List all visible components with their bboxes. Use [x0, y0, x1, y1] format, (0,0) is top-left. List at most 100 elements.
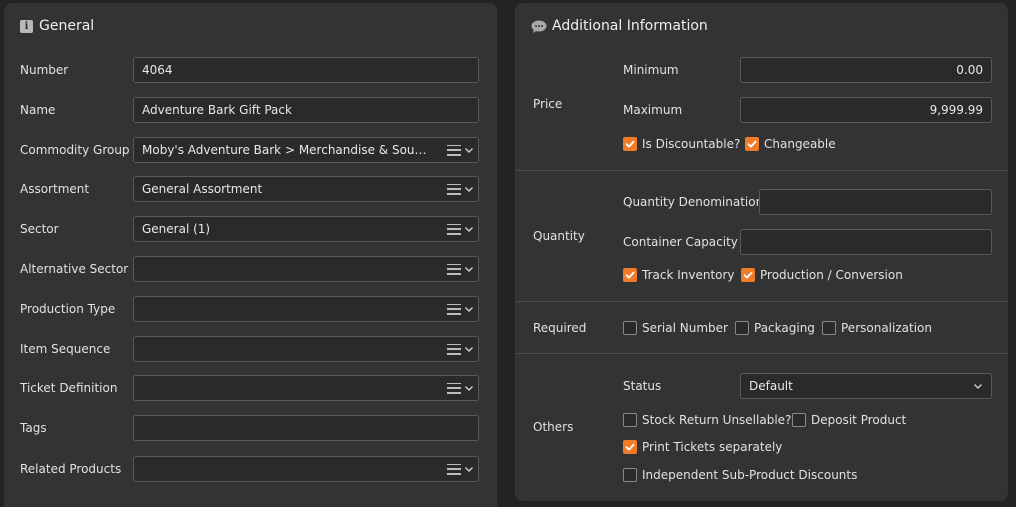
minimum-label: Minimum [623, 63, 679, 77]
number-label: Number [20, 63, 69, 77]
chevron-down-icon[interactable] [464, 184, 474, 194]
additional-panel: Additional Information Price Minimum 0.0… [515, 3, 1008, 501]
check-icon [747, 140, 757, 148]
checkbox-checked-icon[interactable] [745, 137, 759, 151]
stock-return-label: Stock Return Unsellable? [642, 413, 792, 427]
chevron-down-icon[interactable] [464, 344, 474, 354]
sector-label: Sector [20, 222, 59, 236]
commodity-group-select[interactable]: Moby's Adventure Bark > Merchandise & So… [133, 137, 479, 163]
alternative-sector-select[interactable] [133, 256, 479, 282]
is-discountable-checkbox[interactable]: Is Discountable? [623, 137, 740, 151]
number-input[interactable]: 4064 [133, 57, 479, 83]
assortment-label: Assortment [20, 182, 90, 196]
check-icon [625, 443, 635, 451]
chevron-down-icon[interactable] [464, 145, 474, 155]
stock-return-unsellable-checkbox[interactable]: Stock Return Unsellable? [623, 413, 791, 427]
checkbox-unchecked-icon[interactable] [822, 321, 836, 335]
personalization-label: Personalization [841, 321, 932, 335]
checkbox-checked-icon[interactable] [623, 137, 637, 151]
tags-input[interactable] [133, 415, 479, 441]
list-icon[interactable] [447, 303, 461, 315]
status-select[interactable]: Default [740, 373, 992, 399]
changeable-checkbox[interactable]: Changeable [745, 137, 836, 151]
divider [515, 353, 1008, 354]
is-discountable-label: Is Discountable? [642, 137, 741, 151]
field-row-name: Name Adventure Bark Gift Pack [20, 97, 479, 123]
info-icon: i [20, 19, 33, 33]
select-controls [447, 376, 474, 400]
sector-value: General (1) [142, 222, 211, 236]
status-label: Status [623, 379, 662, 393]
deposit-product-label: Deposit Product [811, 413, 907, 427]
quantity-section-label: Quantity [533, 229, 585, 243]
list-icon[interactable] [447, 144, 461, 156]
price-section-label: Price [533, 97, 563, 111]
maximum-price-input[interactable]: 9,999.99 [740, 97, 992, 123]
track-inventory-checkbox[interactable]: Track Inventory [623, 268, 735, 282]
production-type-label: Production Type [20, 302, 116, 316]
tags-label: Tags [20, 421, 47, 435]
chevron-down-icon[interactable] [464, 304, 474, 314]
checkbox-unchecked-icon[interactable] [623, 468, 637, 482]
production-type-select[interactable] [133, 296, 479, 322]
checkbox-unchecked-icon[interactable] [735, 321, 749, 335]
general-header: i General [20, 17, 94, 35]
list-icon[interactable] [447, 183, 461, 195]
list-icon[interactable] [447, 382, 461, 394]
list-icon[interactable] [447, 263, 461, 275]
select-controls [447, 297, 474, 321]
changeable-label: Changeable [764, 137, 836, 151]
production-conversion-checkbox[interactable]: Production / Conversion [741, 268, 903, 282]
chevron-down-icon [974, 384, 982, 389]
print-tickets-separately-checkbox[interactable]: Print Tickets separately [623, 440, 782, 454]
minimum-price-value: 0.00 [956, 63, 983, 77]
deposit-product-checkbox[interactable]: Deposit Product [792, 413, 906, 427]
checkbox-unchecked-icon[interactable] [623, 321, 637, 335]
ticket-definition-select[interactable] [133, 375, 479, 401]
sector-select[interactable]: General (1) [133, 216, 479, 242]
item-sequence-select[interactable] [133, 336, 479, 362]
select-controls [447, 257, 474, 281]
packaging-checkbox[interactable]: Packaging [735, 321, 815, 335]
quantity-denomination-input[interactable] [759, 189, 992, 215]
maximum-label: Maximum [623, 103, 683, 117]
personalization-checkbox[interactable]: Personalization [822, 321, 932, 335]
required-section-label: Required [533, 321, 587, 335]
list-icon[interactable] [447, 343, 461, 355]
track-inventory-label: Track Inventory [642, 268, 735, 282]
field-row-alternative-sector: Alternative Sector [20, 256, 479, 282]
independent-sub-product-discounts-checkbox[interactable]: Independent Sub-Product Discounts [623, 468, 857, 482]
container-capacity-label: Container Capacity [623, 235, 738, 249]
select-controls [447, 217, 474, 241]
container-capacity-input[interactable] [740, 229, 992, 255]
general-panel: i General Number 4064 Name Adventure Bark G… [4, 3, 497, 507]
name-value: Adventure Bark Gift Pack [142, 103, 292, 117]
chevron-down-icon[interactable] [464, 224, 474, 234]
assortment-select[interactable]: General Assortment [133, 176, 479, 202]
checkbox-checked-icon[interactable] [741, 268, 755, 282]
name-label: Name [20, 103, 56, 117]
list-icon[interactable] [447, 463, 461, 475]
related-products-select[interactable] [133, 456, 479, 482]
production-conversion-label: Production / Conversion [760, 268, 903, 282]
divider [515, 170, 1008, 171]
chevron-down-icon[interactable] [464, 383, 474, 393]
field-row-related-products: Related Products [20, 456, 479, 482]
list-icon[interactable] [447, 223, 461, 235]
name-input[interactable]: Adventure Bark Gift Pack [133, 97, 479, 123]
general-title: General [39, 18, 95, 34]
independent-discounts-label: Independent Sub-Product Discounts [642, 468, 858, 482]
item-sequence-label: Item Sequence [20, 342, 111, 356]
field-row-commodity-group: Commodity Group Moby's Adventure Bark > M… [20, 137, 479, 163]
checkbox-unchecked-icon[interactable] [623, 413, 637, 427]
minimum-price-input[interactable]: 0.00 [740, 57, 992, 83]
checkbox-unchecked-icon[interactable] [792, 413, 806, 427]
serial-number-checkbox[interactable]: Serial Number [623, 321, 728, 335]
checkbox-checked-icon[interactable] [623, 440, 637, 454]
field-row-number: Number 4064 [20, 57, 479, 83]
chevron-down-icon[interactable] [464, 464, 474, 474]
field-row-ticket-definition: Ticket Definition [20, 375, 479, 401]
checkbox-checked-icon[interactable] [623, 268, 637, 282]
field-row-production-type: Production Type [20, 296, 479, 322]
chevron-down-icon[interactable] [464, 264, 474, 274]
